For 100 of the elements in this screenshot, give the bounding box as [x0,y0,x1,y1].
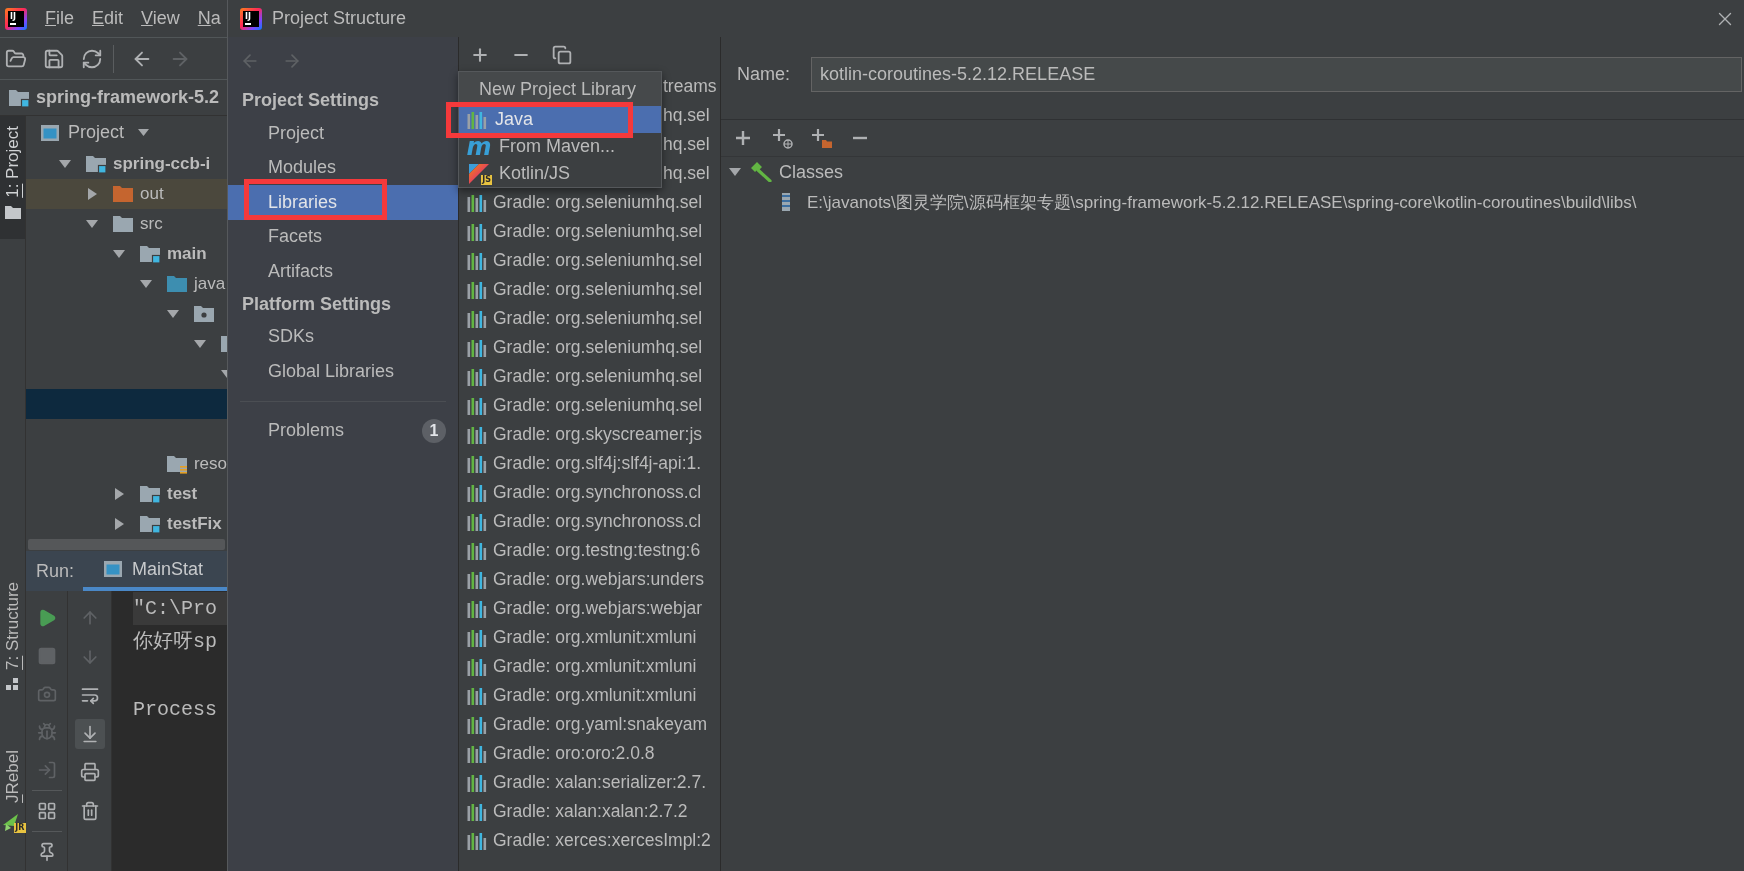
library-item[interactable]: Gradle: org.testng:testng:6 [493,540,701,561]
window-icon [103,560,123,578]
menu-item[interactable]: JS Kotlin/JS [459,160,661,187]
name-field[interactable]: kotlin-coroutines-5.2.12.RELEASE [811,56,1742,92]
folder-icon [4,205,21,219]
library-icon [467,425,487,444]
menu-item[interactable]: Edit [83,8,133,29]
folder-icon [166,274,188,294]
caret-down-icon[interactable] [729,166,741,178]
library-item[interactable]: Gradle: org.slf4j:slf4j-api:1. [493,453,702,474]
open-folder-icon[interactable] [5,47,27,70]
layout-icon[interactable] [36,801,57,821]
library-icon [467,309,487,328]
library-icon [467,831,487,850]
breadcrumb-item[interactable]: spring-framework-5.2 [36,87,220,108]
library-item[interactable]: Gradle: org.xmlunit:xmluni [493,627,697,648]
tool-window-tab[interactable]: 1: Project [0,116,25,239]
sidebar-item[interactable]: Artifacts [228,254,458,289]
tree-item[interactable]: testFix [167,514,222,534]
horizontal-scrollbar[interactable] [28,539,225,550]
library-item[interactable]: Gradle: org.seleniumhq.sel [493,308,703,329]
folder-icon [166,454,188,474]
library-item[interactable]: Gradle: org.seleniumhq.sel [493,192,703,213]
library-item[interactable]: Gradle: org.yaml:snakeyam [493,714,707,735]
library-item[interactable]: Gradle: org.xmlunit:xmluni [493,656,697,677]
tree-item[interactable]: spring-ccb-i [113,154,211,174]
tree-item[interactable]: main [167,244,207,264]
dialog-title: Project Structure [272,8,407,29]
library-icon [467,570,487,589]
library-item[interactable]: Gradle: oro:oro:2.0.8 [493,743,655,764]
library-item[interactable]: hq.sel [663,105,710,126]
library-item[interactable]: Gradle: org.seleniumhq.sel [493,221,703,242]
sidebar-item[interactable]: Problems 1 [228,413,458,448]
printer-icon[interactable] [79,762,100,783]
menu-item[interactable]: Java [459,106,661,133]
app-logo: IJ [240,7,262,30]
library-item[interactable]: Gradle: xalan:serializer:2.7. [493,772,707,793]
library-icon [467,193,487,212]
library-item[interactable]: hq.sel [663,163,710,184]
panel-label: Run: [35,560,76,582]
library-item[interactable]: Gradle: org.webjars:unders [493,569,705,590]
library-item[interactable]: Gradle: org.synchronoss.cl [493,482,702,503]
view-selector[interactable]: Project [68,122,125,143]
sidebar-item[interactable]: Project [228,116,458,151]
copy-icon[interactable] [552,44,572,65]
library-item[interactable]: treams [663,76,717,97]
menu-item[interactable]: View [132,8,189,29]
sidebar-item[interactable]: Global Libraries [228,354,458,389]
library-item[interactable]: Gradle: xalan:xalan:2.7.2 [493,801,688,822]
tree-item[interactable]: test [167,484,198,504]
library-icon [467,802,487,821]
library-icon [467,744,487,763]
folder-icon [8,87,30,108]
library-item[interactable]: Gradle: org.xmlunit:xmluni [493,685,697,706]
highlighted-tree-row[interactable]: out [26,179,227,209]
tree-item[interactable]: out [140,184,164,204]
folder-icon [85,154,107,174]
save-icon[interactable] [43,47,65,70]
library-item[interactable]: Gradle: xerces:xercesImpl:2 [493,830,711,851]
caret-right-icon[interactable] [112,517,126,531]
sidebar-item[interactable]: Modules [228,150,458,185]
library-item[interactable]: Gradle: org.seleniumhq.sel [493,337,703,358]
plus-globe-icon[interactable] [771,127,793,149]
library-item[interactable]: Gradle: org.skyscreamer:js [493,424,703,445]
library-icon [467,541,487,560]
trash-icon[interactable] [79,800,100,821]
tool-window-tab[interactable]: JRebel JR [0,740,25,853]
refresh-icon[interactable] [81,47,103,70]
library-icon [467,396,487,415]
library-icon [467,686,487,705]
console-line: Process [133,697,218,723]
library-item[interactable]: Gradle: org.seleniumhq.sel [493,279,703,300]
wrap-text-icon[interactable] [79,685,100,706]
sidebar-item[interactable]: Facets [228,219,458,254]
console-line: 你好呀sp [133,629,218,655]
library-item[interactable]: Gradle: org.seleniumhq.sel [493,395,703,416]
tree-item[interactable]: reso [193,454,227,474]
tree-item[interactable]: Classes [779,161,844,183]
folder-icon [139,514,161,534]
library-icon [467,483,487,502]
menu-item[interactable]: File [36,8,83,29]
menu-item[interactable]: Na [188,8,227,29]
caret-right-icon[interactable] [112,487,126,501]
menu-item[interactable]: m From Maven... [459,133,661,160]
library-item[interactable]: hq.sel [663,134,710,155]
tree-item[interactable]: java [194,274,226,294]
library-item[interactable]: Gradle: org.seleniumhq.sel [493,366,703,387]
sidebar-item[interactable]: SDKs [228,319,458,354]
plus-folder-icon[interactable] [810,127,832,149]
library-item[interactable]: Gradle: org.synchronoss.cl [493,511,702,532]
tree-item[interactable]: src [140,214,163,234]
library-item[interactable]: Gradle: org.webjars:webjar [493,598,703,619]
jar-icon [782,193,790,211]
folder-icon [139,484,161,504]
caret-down-icon[interactable] [138,129,150,136]
letter-m-icon: m [467,135,491,158]
tree-item[interactable]: E:\javanots\图灵学院\源码框架专题\spring-framework-5.2.12.RELEASE\spring-core\kotlin-coroutines\build\libs\ [807,190,1637,214]
caret-right-icon[interactable] [85,187,99,201]
tool-window-tab[interactable]: 7: Structure [0,572,25,711]
library-item[interactable]: Gradle: org.seleniumhq.sel [493,250,703,271]
